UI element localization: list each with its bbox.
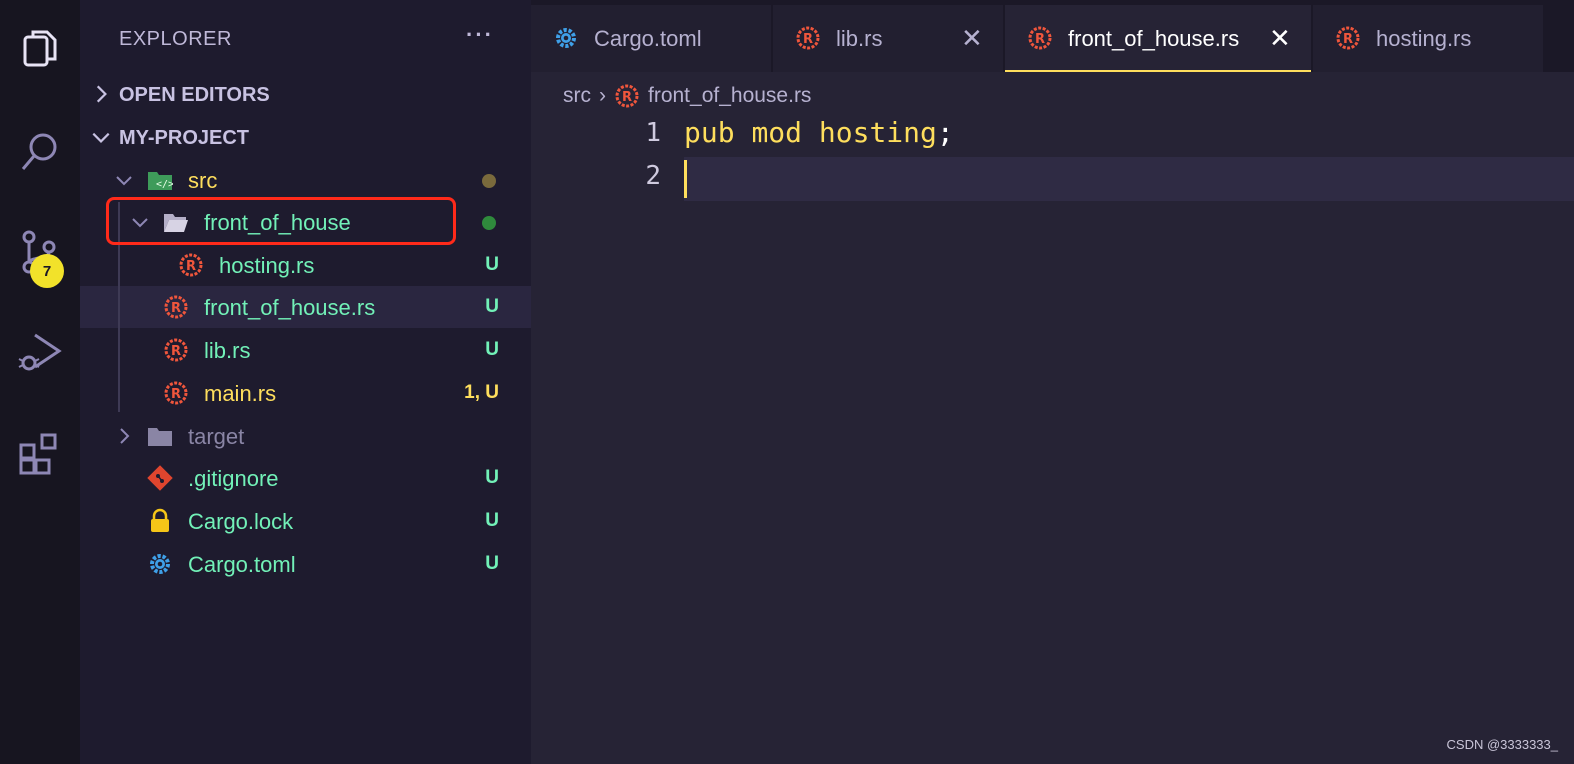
tree-item-hosting-rs[interactable]: R hosting.rs U (80, 244, 531, 286)
git-status-badge: 1, U (464, 382, 499, 403)
keyword-token: pub (684, 116, 735, 149)
rust-icon: R (1028, 26, 1052, 50)
tab-label: hosting.rs (1376, 26, 1472, 51)
svg-text:R: R (803, 32, 813, 47)
tab-label: front_of_house.rs (1068, 26, 1240, 51)
tree-item-label: lib.rs (204, 338, 251, 363)
chevron-down-icon (116, 176, 132, 186)
project-label: MY-PROJECT (119, 126, 250, 149)
extensions-icon (19, 433, 57, 475)
lock-icon (151, 508, 169, 532)
git-status-badge: U (485, 553, 499, 574)
breadcrumb-item-file[interactable]: front_of_house.rs (648, 84, 811, 108)
files-icon (23, 30, 57, 67)
git-icon (147, 465, 173, 491)
tree-item-main-rs[interactable]: R main.rs 1, U (80, 372, 531, 414)
open-editors-section[interactable]: OPEN EDITORS (80, 75, 531, 115)
source-control-badge: 7 (30, 254, 64, 288)
identifier-token: hosting (818, 116, 937, 149)
rust-icon: R (615, 84, 639, 108)
tab-label: Cargo.toml (594, 26, 702, 51)
line-number: 2 (645, 161, 661, 191)
code-line[interactable]: pub mod hosting; (684, 116, 954, 149)
keyword-token: mod (751, 116, 803, 149)
line-number: 1 (645, 118, 661, 148)
tree-item-label: hosting.rs (219, 253, 315, 278)
tree-item-cargo-lock[interactable]: Cargo.lock U (80, 500, 531, 542)
explorer-title: EXPLORER (119, 28, 232, 50)
rust-icon: R (179, 253, 203, 277)
chevron-right-icon: › (599, 84, 606, 107)
folder-icon (148, 428, 172, 446)
tab-front-of-house-rs[interactable]: R front_of_house.rs ✕ (1005, 5, 1311, 72)
search-icon (21, 133, 57, 170)
tab-close-button[interactable]: ✕ (961, 23, 983, 54)
chevron-right-icon (96, 85, 107, 103)
activity-bar: 7 (0, 0, 80, 764)
tree-item-label: target (188, 424, 245, 449)
tree-item-cargo-toml[interactable]: Cargo.toml U (80, 543, 531, 585)
tab-bar: Cargo.toml R lib.rs ✕ R front_of_house.r… (531, 0, 1574, 72)
tree-item-target[interactable]: target (80, 415, 531, 457)
modified-dot (482, 174, 496, 188)
git-status-badge: U (485, 296, 499, 317)
untracked-dot (482, 216, 496, 230)
search-activity-button[interactable] (0, 112, 80, 192)
tree-item-front-of-house-rs[interactable]: R front_of_house.rs U (80, 286, 531, 328)
tree-item-src[interactable]: </> src (80, 159, 531, 201)
tree-item-label: Cargo.toml (188, 552, 296, 577)
rust-icon: R (1336, 26, 1360, 50)
breadcrumb-item-src[interactable]: src (563, 84, 591, 108)
rust-icon: R (796, 26, 820, 50)
chevron-down-icon (92, 132, 110, 143)
run-debug-icon (18, 333, 62, 371)
rust-icon: R (164, 295, 188, 319)
editor-area: Cargo.toml R lib.rs ✕ R front_of_house.r… (531, 0, 1574, 764)
tree-item-label: src (188, 168, 218, 193)
text-cursor (684, 160, 687, 198)
svg-text:R: R (186, 259, 196, 274)
watermark: CSDN @3333333_ (1446, 737, 1558, 752)
tree-item-label: main.rs (204, 381, 277, 406)
tree-item-lib-rs[interactable]: R lib.rs U (80, 329, 531, 371)
gear-icon (150, 554, 170, 574)
git-status-badge: U (485, 254, 499, 275)
more-actions-button[interactable]: ··· (466, 22, 494, 48)
svg-text:R: R (1343, 32, 1353, 47)
git-status-badge: U (485, 339, 499, 360)
tab-hosting-rs[interactable]: R hosting.rs (1313, 5, 1543, 72)
tree-item-label: Cargo.lock (188, 509, 294, 534)
tree-item-label: front_of_house.rs (204, 295, 376, 320)
current-line-highlight (684, 157, 1574, 201)
source-folder-icon: </> (148, 172, 173, 190)
punctuation-token: ; (936, 116, 954, 149)
rust-icon: R (164, 381, 188, 405)
explorer-sidebar: EXPLORER ··· OPEN EDITORS MY-PROJECT </>… (80, 0, 531, 764)
tab-cargo-toml[interactable]: Cargo.toml (531, 5, 771, 72)
svg-text:</>: </> (156, 179, 173, 190)
extensions-activity-button[interactable] (0, 414, 80, 494)
svg-text:R: R (171, 344, 181, 359)
annotation-highlight-box (106, 197, 456, 245)
tab-label: lib.rs (836, 26, 883, 51)
svg-text:R: R (171, 301, 181, 316)
tree-item-gitignore[interactable]: .gitignore U (80, 457, 531, 499)
explorer-activity-button[interactable] (0, 10, 80, 90)
rust-icon: R (164, 338, 188, 362)
svg-text:R: R (171, 387, 181, 402)
git-status-badge: U (485, 510, 499, 531)
run-debug-activity-button[interactable] (0, 312, 80, 392)
tab-close-button[interactable]: ✕ (1269, 23, 1291, 54)
breadcrumb: src › R front_of_house.rs (563, 82, 811, 110)
tab-lib-rs[interactable]: R lib.rs ✕ (773, 5, 1003, 72)
tree-item-label: .gitignore (188, 466, 279, 491)
svg-text:R: R (622, 90, 632, 105)
chevron-right-icon (120, 428, 130, 444)
gear-icon (556, 28, 576, 48)
open-editors-label: OPEN EDITORS (119, 83, 270, 106)
svg-text:R: R (1035, 32, 1045, 47)
git-status-badge: U (485, 467, 499, 488)
project-section[interactable]: MY-PROJECT (80, 118, 531, 158)
